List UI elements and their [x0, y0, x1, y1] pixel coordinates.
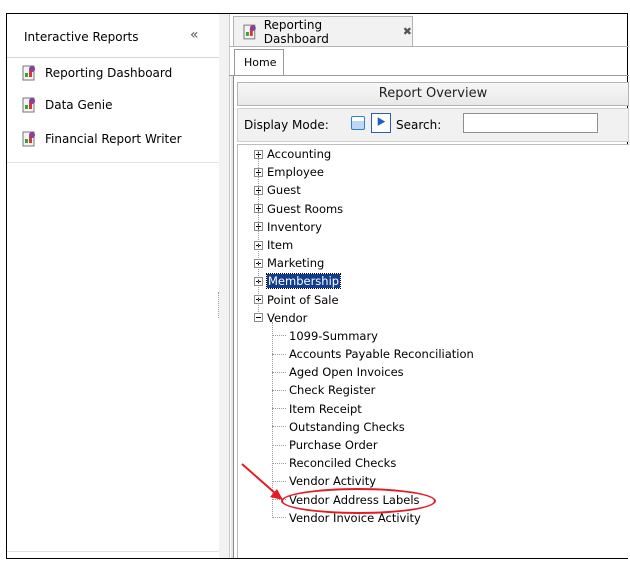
report-item-label[interactable]: Accounts Payable Reconciliation — [289, 347, 474, 361]
left-panel-header: Interactive Reports « — [7, 14, 219, 58]
tree-node[interactable]: Guest Rooms — [254, 201, 343, 217]
tree-node[interactable]: Accounting — [254, 146, 331, 162]
nav-item-financial-report-writer[interactable]: Financial Report Writer — [21, 129, 182, 149]
search-input[interactable] — [463, 113, 598, 133]
tab-home[interactable]: Home — [234, 49, 284, 75]
arrow-right-icon[interactable]: ⯈ — [371, 113, 391, 133]
nav-item-label: Financial Report Writer — [45, 132, 182, 146]
tabbar-border — [229, 46, 629, 47]
tree-node[interactable]: Employee — [254, 164, 324, 180]
report-icon — [22, 65, 35, 81]
report-icon — [22, 131, 35, 147]
search-label: Search: — [396, 118, 442, 132]
tab-label: Reporting Dashboard — [263, 17, 329, 46]
tree-node-label[interactable]: Guest Rooms — [267, 202, 343, 216]
report-item-label[interactable]: Reconciled Checks — [289, 456, 396, 470]
report-item[interactable]: Outstanding Checks — [272, 419, 405, 435]
tree-branch — [272, 426, 286, 428]
tree-node-label[interactable]: Marketing — [267, 256, 324, 270]
tree-node-label[interactable]: Inventory — [267, 220, 322, 234]
tree-node-label[interactable]: Membership — [265, 273, 342, 290]
report-item[interactable]: 1099-Summary — [272, 328, 378, 344]
close-icon[interactable]: ✖ — [403, 25, 412, 38]
toolbar: Display Mode: ⯈ Search: — [237, 108, 629, 142]
tree-branch — [272, 408, 286, 410]
tree-node[interactable]: Guest — [254, 182, 301, 198]
tree-node-label[interactable]: Employee — [267, 165, 324, 179]
tree-node[interactable]: Membership — [254, 273, 342, 290]
tree-node[interactable]: Marketing — [254, 255, 324, 271]
tree-node[interactable]: Point of Sale — [254, 292, 339, 308]
nav-item-label: Data Genie — [45, 98, 113, 112]
nav-item-label: Reporting Dashboard — [45, 66, 173, 80]
report-item[interactable]: Check Register — [272, 382, 375, 398]
report-item-label[interactable]: Outstanding Checks — [289, 420, 405, 434]
tree-branch — [272, 462, 286, 464]
tree-node[interactable]: Vendor — [254, 310, 307, 326]
collapse-icon[interactable] — [254, 313, 263, 323]
nav-item-reporting-dashboard[interactable]: Reporting Dashboard — [21, 63, 172, 83]
report-item-label[interactable]: Item Receipt — [289, 402, 362, 416]
left-panel-bottom-border — [7, 551, 219, 552]
report-item-label[interactable]: Purchase Order — [289, 438, 378, 452]
tree-node-label[interactable]: Accounting — [267, 147, 331, 161]
tree-branch — [272, 389, 286, 391]
display-mode-label: Display Mode: — [244, 118, 329, 132]
tree-branch — [272, 480, 286, 482]
report-item[interactable]: Reconciled Checks — [272, 455, 396, 471]
report-icon — [243, 24, 256, 39]
tab-reporting-dashboard[interactable]: Reporting Dashboard ✖ — [233, 16, 413, 46]
tree-connector — [258, 150, 259, 314]
report-item[interactable]: Vendor Activity — [272, 473, 376, 489]
left-panel-title: Interactive Reports — [24, 30, 139, 44]
nav-item-data-genie[interactable]: Data Genie — [21, 95, 112, 115]
tree-branch — [272, 353, 286, 355]
report-item-label[interactable]: Vendor Activity — [289, 474, 376, 488]
tree-branch — [272, 517, 286, 519]
report-item[interactable]: Purchase Order — [272, 437, 378, 453]
tree-node-label[interactable]: Guest — [267, 183, 301, 197]
report-item-label[interactable]: Aged Open Invoices — [289, 365, 404, 379]
content-border — [229, 75, 629, 76]
tree-node-label[interactable]: Point of Sale — [267, 293, 339, 307]
report-item[interactable]: Accounts Payable Reconciliation — [272, 346, 474, 362]
left-panel: Interactive Reports « Reporting Dashboar… — [7, 14, 220, 558]
report-item-label[interactable]: 1099-Summary — [289, 329, 378, 343]
tree-node[interactable]: Inventory — [254, 219, 322, 235]
display-mode-icon[interactable] — [351, 116, 365, 130]
report-overview-header: Report Overview — [237, 82, 629, 106]
tree-branch — [272, 444, 286, 446]
tree-node-label[interactable]: Item — [267, 238, 293, 252]
report-item[interactable]: Item Receipt — [272, 401, 362, 417]
highlight-ellipse — [281, 488, 436, 514]
report-item-label[interactable]: Check Register — [289, 383, 375, 397]
content-left-border — [231, 76, 234, 558]
tree-node[interactable]: Item — [254, 237, 293, 253]
tree-branch — [272, 371, 286, 373]
nav-separator — [7, 162, 219, 163]
panel-splitter[interactable] — [219, 14, 230, 558]
collapse-panel-button[interactable]: « — [190, 27, 199, 43]
tree-branch — [272, 335, 286, 337]
report-item[interactable]: Aged Open Invoices — [272, 364, 404, 380]
tree-node-label[interactable]: Vendor — [267, 311, 307, 325]
report-icon — [22, 97, 35, 113]
